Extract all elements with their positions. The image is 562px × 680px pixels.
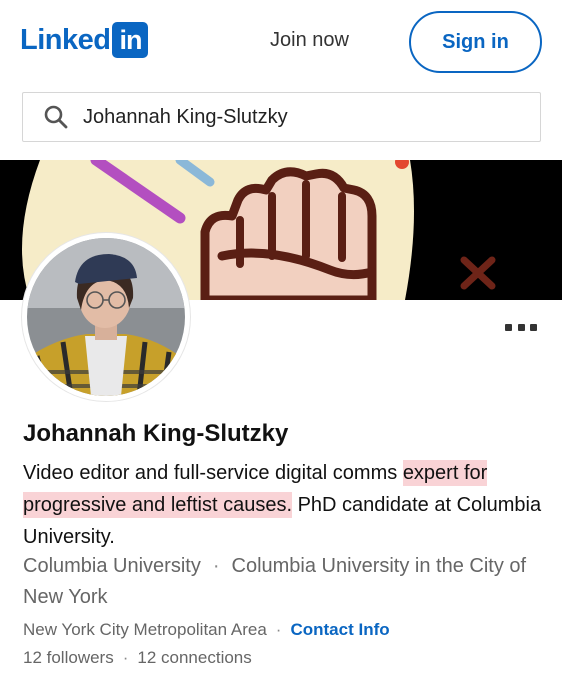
dot: [530, 323, 537, 331]
education-item[interactable]: Columbia University: [23, 555, 201, 577]
logo-in-badge: in: [112, 22, 149, 58]
sign-in-button[interactable]: Sign in: [409, 11, 542, 73]
more-options-icon[interactable]: [505, 320, 537, 334]
search-bar[interactable]: Johannah King-Slutzky: [22, 92, 541, 142]
followers-count: 12 followers: [23, 648, 114, 667]
linkedin-logo[interactable]: Linked in: [20, 21, 149, 59]
separator-dot: ·: [275, 620, 282, 639]
profile-headline: Video editor and full-service digital co…: [23, 457, 543, 553]
profile-name: Johannah King-Slutzky: [23, 420, 289, 447]
dot: [505, 323, 512, 331]
search-icon: [44, 105, 68, 129]
logo-wordmark: Linked: [20, 24, 111, 56]
connections-count: 12 connections: [137, 648, 252, 667]
separator-dot: ·: [122, 648, 129, 667]
profile-avatar[interactable]: [22, 233, 190, 401]
highlighted-text: expert for: [402, 460, 488, 486]
dot: [517, 323, 525, 331]
contact-info-link[interactable]: Contact Info: [290, 620, 389, 639]
headline-text: Video editor and full-service digital co…: [23, 462, 403, 484]
profile-photo: [27, 238, 185, 396]
location-row: New York City Metropolitan Area · Contact …: [23, 620, 390, 640]
top-navigation: Linked in Join now Sign in: [0, 0, 562, 80]
profile-education: Columbia University · Columbia University …: [23, 551, 548, 613]
join-now-link[interactable]: Join now: [270, 24, 349, 56]
highlighted-text: progressive and leftist causes.: [23, 492, 293, 518]
network-stats: 12 followers · 12 connections: [23, 648, 252, 668]
search-input[interactable]: Johannah King-Slutzky: [83, 106, 288, 129]
profile-location: New York City Metropolitan Area: [23, 620, 267, 639]
separator-dot: ·: [212, 555, 220, 577]
